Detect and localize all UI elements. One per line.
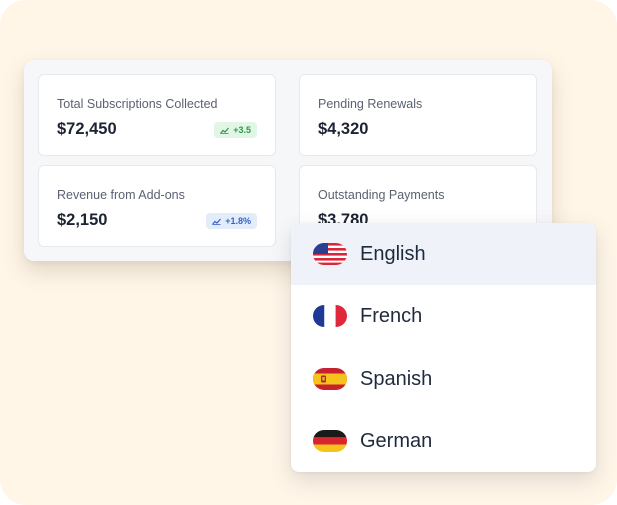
- metric-card-pending-renewals: Pending Renewals $4,320: [299, 74, 537, 156]
- language-option-english[interactable]: English: [291, 223, 596, 285]
- trend-badge: +1.8%: [206, 213, 257, 229]
- metric-label: Pending Renewals: [318, 97, 423, 111]
- metric-card-total-subscriptions: Total Subscriptions Collected $72,450 +3…: [38, 74, 276, 156]
- trend-badge: +3.5: [214, 122, 257, 138]
- trend-up-icon: [220, 127, 230, 134]
- metric-value: $2,150: [57, 211, 108, 229]
- france-flag-icon: [313, 305, 347, 327]
- language-label: German: [360, 429, 433, 452]
- language-label: English: [360, 242, 426, 265]
- language-option-german[interactable]: German: [291, 410, 596, 472]
- spain-flag-icon: [313, 368, 347, 390]
- metric-card-revenue-addons: Revenue from Add-ons $2,150 +1.8%: [38, 165, 276, 247]
- language-dropdown-menu: English French Spanish German: [291, 223, 596, 472]
- trend-up-icon: [212, 218, 222, 225]
- metric-label: Revenue from Add-ons: [57, 188, 185, 202]
- us-flag-icon: [313, 243, 347, 265]
- trend-badge-value: +3.5: [233, 125, 251, 135]
- language-option-spanish[interactable]: Spanish: [291, 348, 596, 410]
- metric-label: Total Subscriptions Collected: [57, 97, 218, 111]
- language-label: Spanish: [360, 367, 433, 390]
- language-label: French: [360, 304, 423, 327]
- metric-value: $4,320: [318, 120, 369, 138]
- metric-label: Outstanding Payments: [318, 188, 445, 202]
- germany-flag-icon: [313, 430, 347, 452]
- language-option-french[interactable]: French: [291, 285, 596, 347]
- trend-badge-value: +1.8%: [225, 216, 251, 226]
- metric-value: $72,450: [57, 120, 117, 138]
